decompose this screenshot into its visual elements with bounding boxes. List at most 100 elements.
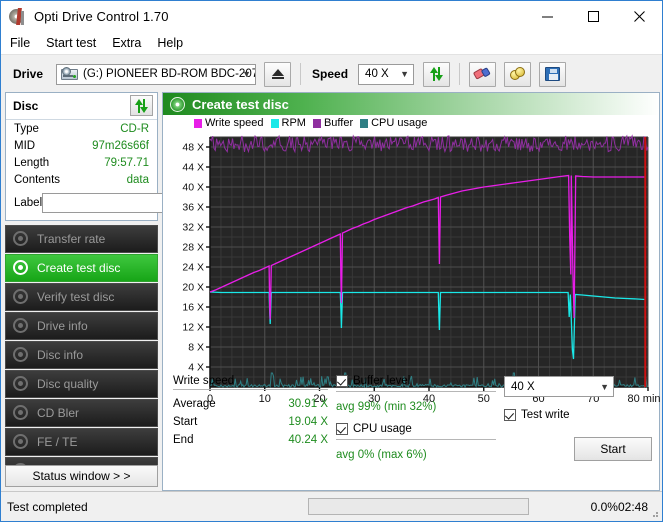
stat-value: 40.24 X — [288, 434, 328, 446]
eject-button[interactable] — [264, 61, 292, 87]
menu-extra[interactable]: Extra — [112, 34, 150, 52]
speed-label: Speed — [312, 67, 349, 81]
sidebar-item-label: Verify test disc — [37, 290, 115, 304]
write-speed-chart: 4 X 8 X 12 X 16 X 20 X 24 X 28 X 32 X 36 X 40 X 44… — [182, 134, 661, 405]
cpu-usage-checkbox-row[interactable]: CPU usage — [336, 423, 496, 435]
status-bar: Test completed 0.0% 02:48 — [1, 491, 662, 521]
disc-row-key: Contents — [14, 173, 61, 186]
toolbar-divider-2 — [459, 63, 461, 85]
chevron-down-icon: ▼ — [242, 69, 252, 79]
disc-icon — [13, 404, 30, 422]
test-write-checkbox-row[interactable]: Test write — [504, 409, 654, 421]
sidebar-item-cd-bler[interactable]: CD Bler — [5, 399, 158, 427]
test-write-checkbox[interactable] — [504, 409, 516, 421]
erase-button[interactable] — [469, 61, 497, 87]
sidebar-item-disc-quality[interactable]: Disc quality — [5, 370, 158, 398]
chevron-down-icon: ▼ — [600, 381, 609, 392]
right-panel: Create test disc Write speed RPM Buffer — [162, 92, 661, 491]
speed-select[interactable]: 40 X ▼ — [358, 63, 415, 85]
sidebar-item-label: CD Bler — [37, 406, 80, 420]
legend-swatch — [312, 118, 321, 128]
window-controls — [524, 1, 662, 32]
refresh-icon — [429, 67, 444, 81]
disc-box-header: Disc — [6, 93, 157, 120]
disc-icon — [13, 433, 30, 451]
sidebar-item-transfer-rate[interactable]: Transfer rate — [5, 225, 158, 253]
svg-text:44 X: 44 X — [182, 162, 204, 174]
sidebar-item-label: Drive info — [37, 319, 88, 333]
disc-icon — [13, 375, 30, 393]
window-title: Opti Drive Control 1.70 — [34, 9, 169, 24]
menu-start-test[interactable]: Start test — [46, 34, 105, 52]
disc-label-key: Label — [14, 197, 43, 209]
panel-header: Create test disc — [163, 93, 659, 115]
save-button[interactable] — [539, 61, 567, 87]
disc-label-row: Label — [6, 191, 248, 215]
buffer-level-checkbox-row[interactable]: Buffer level — [336, 375, 496, 387]
test-write-label: Test write — [521, 409, 570, 421]
svg-text:4 X: 4 X — [188, 362, 204, 374]
cpu-usage-checkbox[interactable] — [336, 423, 348, 435]
stat-row-end: End 40.24 X — [173, 431, 328, 449]
start-button[interactable]: Start — [574, 437, 652, 461]
maximize-button[interactable] — [570, 1, 616, 32]
disc-box-title: Disc — [13, 99, 39, 113]
stat-row-start: Start 19.04 X — [173, 413, 328, 431]
divider — [336, 439, 496, 440]
stats-area: Write speed Average 30.91 X Start 19.04 … — [168, 375, 654, 488]
disc-icon — [13, 259, 30, 277]
sidebar-item-fe-te[interactable]: FE / TE — [5, 428, 158, 456]
resize-grip[interactable] — [649, 508, 659, 518]
disc-refresh-button[interactable] — [130, 95, 153, 116]
sidebar-item-drive-info[interactable]: Drive info — [5, 312, 158, 340]
toolbar-divider-1 — [300, 63, 302, 85]
menu-file[interactable]: File — [10, 34, 39, 52]
svg-text:16 X: 16 X — [182, 302, 204, 314]
app-window: Opti Drive Control 1.70 File Start test … — [0, 0, 663, 522]
drive-select-value: (G:) PIONEER BD-ROM BDC-207D 1.00 — [83, 68, 256, 80]
sidebar-item-label: FE / TE — [37, 435, 78, 449]
sidebar-item-verify-test-disc[interactable]: Verify test disc — [5, 283, 158, 311]
disc-row-value: CD-R — [120, 122, 149, 135]
menu-bar: File Start test Extra Help — [1, 32, 662, 54]
sidebar-item-create-test-disc[interactable]: Create test disc — [5, 254, 158, 282]
disc-row-value: 97m26s66f — [92, 139, 149, 152]
sidebar-item-disc-info[interactable]: Disc info — [5, 341, 158, 369]
close-button[interactable] — [616, 1, 662, 32]
legend-item-write-speed: Write speed — [194, 117, 264, 129]
stat-value: 30.91 X — [288, 398, 328, 410]
legend-swatch — [360, 118, 369, 128]
disc-icon — [13, 346, 30, 364]
chart-legend: Write speed RPM Buffer CPU usage — [163, 115, 659, 131]
nav-list: Transfer rate Create test disc Verify te… — [5, 225, 158, 486]
status-window-button[interactable]: Status window > > — [5, 465, 158, 487]
drive-select[interactable]: (G:) PIONEER BD-ROM BDC-207D 1.00 ▼ — [56, 63, 257, 85]
disc-row-type: Type CD-R — [6, 120, 157, 137]
test-speed-select[interactable]: 40 X ▼ — [504, 376, 614, 397]
refresh-button[interactable] — [423, 61, 451, 87]
legend-label: RPM — [281, 117, 306, 129]
disc-row-key: Type — [14, 122, 39, 135]
buffer-level-checkbox[interactable] — [336, 375, 348, 387]
stat-key: End — [173, 434, 194, 446]
disc-row-key: MID — [14, 139, 36, 152]
svg-text:8 X: 8 X — [188, 342, 204, 354]
chart-container: 4 X 8 X 12 X 16 X 20 X 24 X 28 X 32 X 36 X 40 X 44… — [168, 131, 661, 414]
cpu-usage-value: avg 0% (max 6%) — [336, 449, 427, 461]
drive-icon — [61, 67, 79, 81]
svg-text:32 X: 32 X — [182, 222, 204, 234]
disc-row-value: data — [126, 173, 149, 186]
left-panel: Disc Type CD-R MID 97m26s66f Length 79:5… — [1, 92, 248, 491]
minimize-button[interactable] — [524, 1, 570, 32]
stat-value: 19.04 X — [288, 416, 328, 428]
svg-text:12 X: 12 X — [182, 322, 204, 334]
disc-row-key: Length — [14, 156, 50, 169]
bitsetting-button[interactable] — [504, 61, 532, 87]
menu-help[interactable]: Help — [157, 34, 192, 52]
title-bar: Opti Drive Control 1.70 — [1, 1, 662, 32]
write-speed-stats: Write speed Average 30.91 X Start 19.04 … — [173, 375, 328, 449]
svg-text:20 X: 20 X — [182, 282, 204, 294]
eraser-icon — [472, 64, 492, 83]
create-test-disc-icon — [170, 96, 185, 112]
eject-icon — [271, 69, 284, 79]
